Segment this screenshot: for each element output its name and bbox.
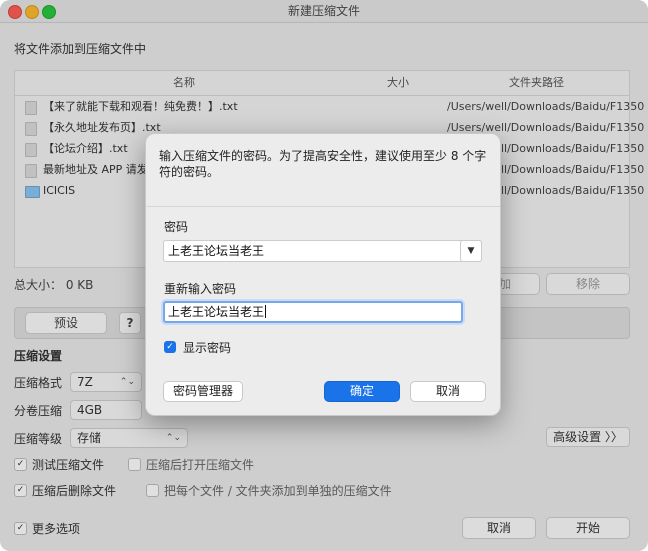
password-dialog-message: 输入压缩文件的密码。为了提高安全性，建议使用至少 8 个字符的密码。 (159, 149, 487, 179)
password-manager-button[interactable]: 密码管理器 (163, 381, 243, 402)
reenter-password-value: 上老王论坛当老王 (168, 305, 265, 319)
divider (146, 206, 500, 207)
compress-window: 新建压缩文件 将文件添加到压缩文件中 名称 大小 文件夹路径 【来了就能下载和观… (0, 0, 648, 551)
show-password-checkbox[interactable]: ✓ (164, 341, 176, 353)
ok-button[interactable]: 确定 (324, 381, 400, 402)
password-label: 密码 (164, 220, 189, 234)
password-dialog: 输入压缩文件的密码。为了提高安全性，建议使用至少 8 个字符的密码。 密码 上老… (145, 133, 501, 416)
text-caret (265, 305, 267, 318)
dialog-cancel-button[interactable]: 取消 (410, 381, 486, 402)
password-combo[interactable]: 上老王论坛当老王 ▼ (163, 240, 482, 262)
show-password-label: 显示密码 (183, 341, 232, 355)
reenter-password-text: 上老王论坛当老王 (168, 303, 267, 321)
reenter-password-field[interactable]: 上老王论坛当老王 (163, 301, 463, 323)
reenter-password-label: 重新输入密码 (164, 282, 237, 296)
chevron-down-icon[interactable]: ▼ (460, 240, 482, 262)
password-value: 上老王论坛当老王 (168, 244, 265, 258)
